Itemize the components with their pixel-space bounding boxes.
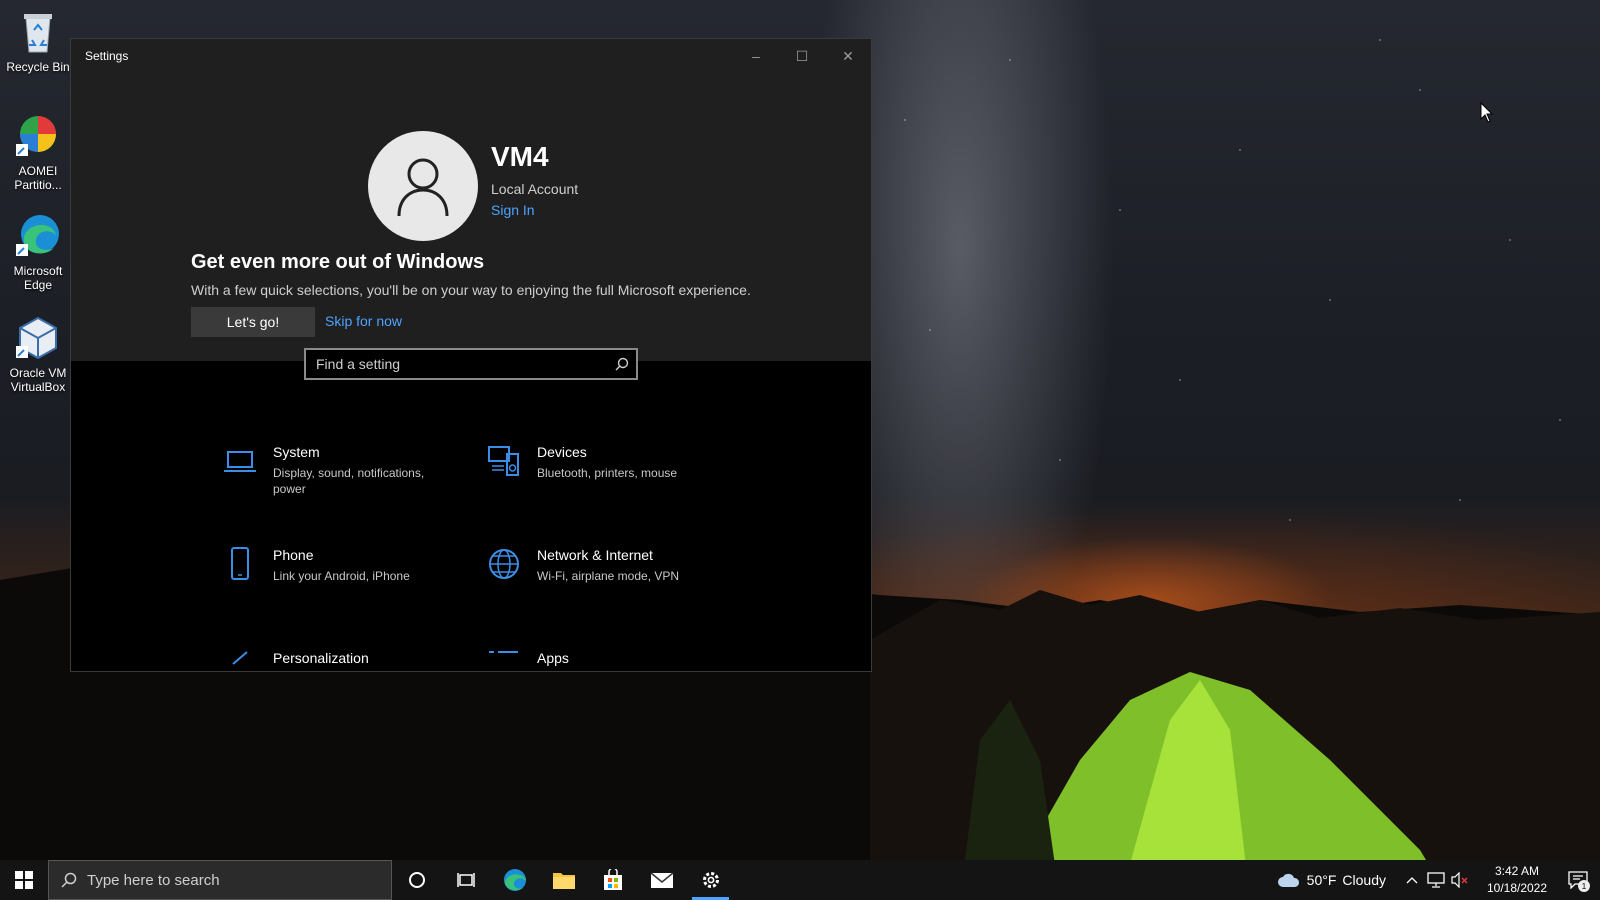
desktop-icon-label: AOMEI Partitio... bbox=[14, 164, 62, 192]
recycle-bin-icon bbox=[14, 8, 62, 56]
lets-go-button[interactable]: Let's go! bbox=[191, 307, 315, 337]
laptop-icon bbox=[223, 444, 257, 478]
category-description: Link your Android, iPhone bbox=[273, 569, 410, 583]
search-icon bbox=[61, 872, 77, 888]
brush-icon bbox=[223, 650, 257, 671]
minimize-icon: – bbox=[752, 48, 760, 64]
window-controls: – ☐ ✕ bbox=[733, 39, 871, 73]
windows-logo-icon bbox=[15, 871, 33, 889]
show-hidden-icons-button[interactable] bbox=[1400, 860, 1424, 900]
close-icon: ✕ bbox=[842, 47, 854, 64]
minimize-button[interactable]: – bbox=[733, 39, 779, 73]
category-system[interactable]: System Display, sound, notifications, po… bbox=[223, 444, 463, 514]
skip-for-now-link[interactable]: Skip for now bbox=[325, 313, 402, 329]
desktop-icon-edge[interactable]: Microsoft Edge bbox=[2, 212, 74, 292]
account-type: Local Account bbox=[491, 181, 579, 197]
task-view-button[interactable] bbox=[441, 860, 490, 900]
promo-title: Get even more out of Windows bbox=[191, 251, 485, 273]
maximize-icon: ☐ bbox=[795, 47, 809, 64]
edge-icon bbox=[503, 869, 526, 891]
chevron-up-icon bbox=[1406, 877, 1418, 884]
network-icon bbox=[1427, 872, 1445, 888]
window-title: Settings bbox=[85, 49, 129, 63]
volume-muted-icon bbox=[1451, 872, 1468, 888]
category-name: Personalization bbox=[273, 650, 369, 666]
taskbar-clock[interactable]: 3:42 AM 10/18/2022 bbox=[1478, 863, 1556, 897]
edge-icon bbox=[14, 212, 62, 260]
category-name: Network & Internet bbox=[537, 547, 653, 563]
desktop-icon-label: Oracle VM VirtualBox bbox=[9, 366, 67, 394]
category-personalization[interactable]: Personalization bbox=[223, 650, 463, 671]
settings-window: Settings – ☐ ✕ VM4 Local Account Sign In… bbox=[70, 38, 872, 672]
account-name: VM4 bbox=[491, 141, 549, 172]
close-button[interactable]: ✕ bbox=[825, 39, 871, 73]
store-icon bbox=[603, 869, 622, 890]
clock-date: 10/18/2022 bbox=[1486, 881, 1548, 895]
user-icon bbox=[397, 158, 449, 217]
category-apps[interactable]: Apps bbox=[487, 650, 727, 671]
category-description: Display, sound, notifications, power bbox=[273, 466, 425, 496]
clock-time: 3:42 AM bbox=[1494, 864, 1540, 878]
aomei-partition-icon bbox=[14, 112, 62, 160]
category-description: Wi-Fi, airplane mode, VPN bbox=[537, 569, 680, 583]
taskbar-search-placeholder: Type here to search bbox=[87, 871, 220, 889]
cortana-button[interactable] bbox=[392, 860, 441, 900]
devices-icon bbox=[487, 444, 521, 478]
taskbar-search-box[interactable]: Type here to search bbox=[48, 860, 392, 900]
category-phone[interactable]: Phone Link your Android, iPhone bbox=[223, 547, 463, 617]
start-button[interactable] bbox=[0, 860, 48, 900]
mail-icon bbox=[650, 872, 673, 888]
cortana-icon bbox=[408, 872, 425, 888]
weather-temperature: 50°F bbox=[1306, 872, 1337, 888]
title-bar[interactable]: Settings – ☐ ✕ bbox=[71, 39, 871, 73]
sign-in-link[interactable]: Sign In bbox=[491, 202, 535, 218]
find-setting-input[interactable] bbox=[306, 350, 608, 378]
taskbar-mail[interactable] bbox=[637, 860, 686, 900]
desktop-icon-label: Recycle Bin bbox=[6, 60, 70, 74]
apps-list-icon bbox=[487, 650, 521, 671]
desktop-icon-label: Microsoft Edge bbox=[13, 264, 63, 292]
maximize-button[interactable]: ☐ bbox=[779, 39, 825, 73]
globe-icon bbox=[487, 547, 521, 581]
desktop-icon-recycle-bin[interactable]: Recycle Bin bbox=[2, 8, 74, 74]
search-icon[interactable] bbox=[608, 357, 636, 371]
desktop-icon-aomei[interactable]: AOMEI Partitio... bbox=[2, 112, 74, 192]
category-devices[interactable]: Devices Bluetooth, printers, mouse bbox=[487, 444, 727, 514]
taskbar-edge[interactable] bbox=[490, 860, 539, 900]
promo-description: With a few quick selections, you'll be o… bbox=[191, 282, 751, 298]
category-name: Apps bbox=[537, 650, 569, 666]
volume-tray-button[interactable] bbox=[1448, 860, 1472, 900]
settings-search-box bbox=[304, 348, 638, 380]
virtualbox-icon bbox=[14, 314, 62, 362]
folder-icon bbox=[552, 873, 575, 889]
desktop-icon-virtualbox[interactable]: Oracle VM VirtualBox bbox=[2, 314, 74, 394]
taskbar: Type here to search 50°F Cloudy 3:42 AM … bbox=[0, 860, 1600, 900]
notification-count-badge: 1 bbox=[1578, 880, 1590, 892]
category-name: Phone bbox=[273, 547, 314, 563]
taskbar-file-explorer[interactable] bbox=[539, 860, 588, 900]
category-name: System bbox=[273, 444, 320, 460]
category-name: Devices bbox=[537, 444, 587, 460]
avatar[interactable] bbox=[368, 131, 478, 241]
taskbar-settings[interactable] bbox=[686, 860, 735, 900]
cloud-icon bbox=[1277, 873, 1299, 887]
system-tray: 50°F Cloudy 3:42 AM 10/18/2022 1 bbox=[1277, 860, 1600, 900]
gear-icon bbox=[702, 872, 719, 888]
category-description: Bluetooth, printers, mouse bbox=[537, 466, 678, 480]
account-header-panel: VM4 Local Account Sign In Get even more … bbox=[71, 73, 871, 361]
mouse-cursor-icon bbox=[1480, 102, 1494, 123]
network-tray-button[interactable] bbox=[1424, 860, 1448, 900]
action-center-button[interactable]: 1 bbox=[1556, 860, 1600, 900]
weather-widget[interactable]: 50°F Cloudy bbox=[1277, 872, 1386, 888]
taskbar-store[interactable] bbox=[588, 860, 637, 900]
phone-icon bbox=[223, 547, 257, 581]
weather-condition: Cloudy bbox=[1342, 872, 1386, 888]
task-view-icon bbox=[456, 873, 475, 887]
category-network[interactable]: Network & Internet Wi-Fi, airplane mode,… bbox=[487, 547, 727, 617]
